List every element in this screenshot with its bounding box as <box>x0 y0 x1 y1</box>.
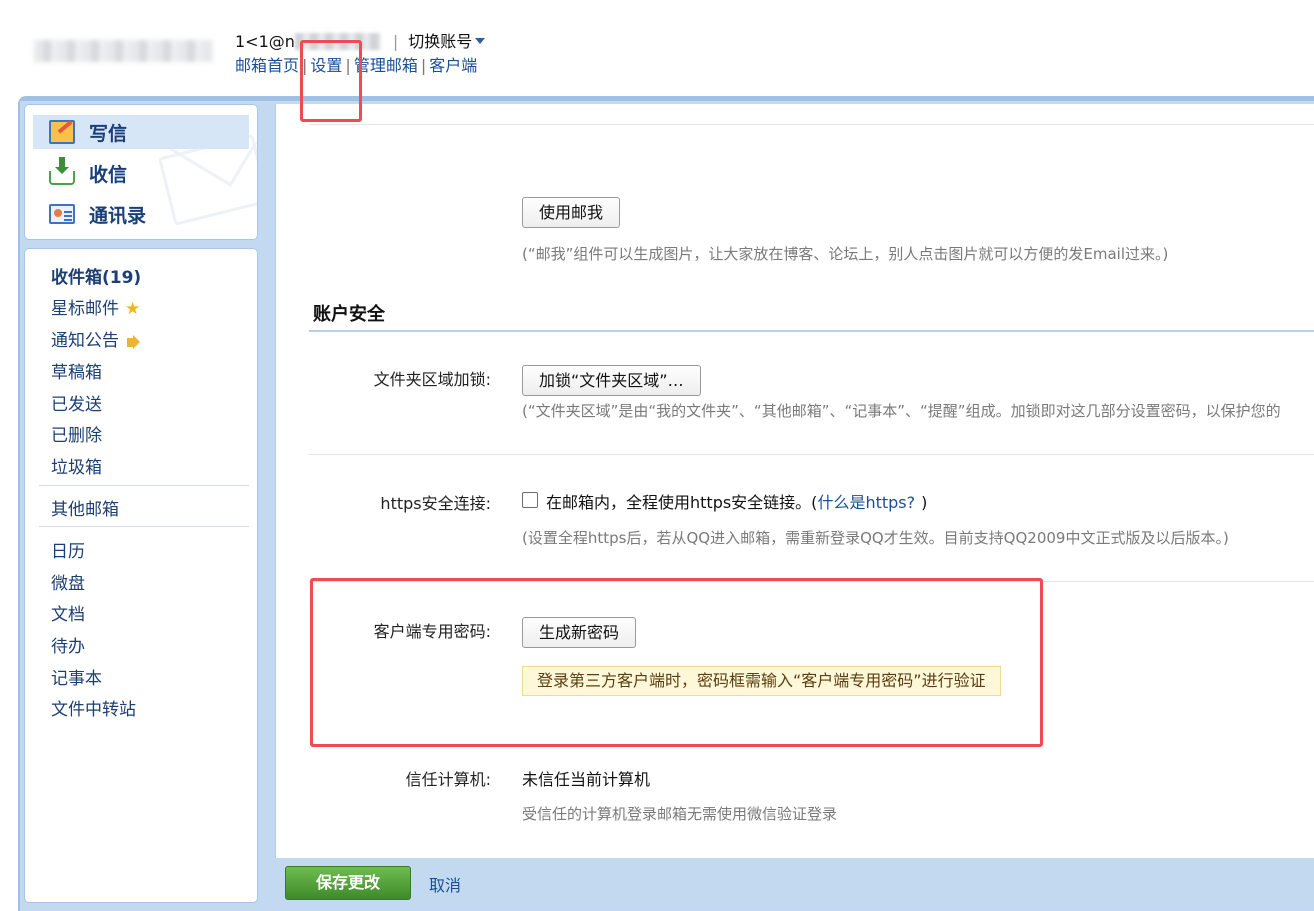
trusted-computer-label: 信任计算机: <box>405 770 491 789</box>
contacts-icon <box>49 204 75 224</box>
app-disk[interactable]: 微盘 <box>51 569 85 594</box>
folder-starred[interactable]: 星标邮件 ★ <box>51 294 140 319</box>
https-hint: (设置全程https后，若从QQ进入邮箱，需重新登录QQ才生效。目前支持QQ20… <box>522 529 1229 547</box>
app-calendar[interactable]: 日历 <box>51 537 85 562</box>
switch-account-link[interactable]: 切换账号 <box>408 32 472 51</box>
manage-mailbox-link[interactable]: 管理邮箱 <box>354 56 418 75</box>
generate-password-button[interactable]: 生成新密码 <box>522 617 637 648</box>
app-file-transfer[interactable]: 文件中转站 <box>51 695 136 720</box>
settings-panel: 使用邮我 (“邮我”组件可以生成图片，让大家放在博客、论坛上，别人点击图片就可以… <box>275 104 1314 860</box>
mailme-hint: (“邮我”组件可以生成图片，让大家放在博客、论坛上，别人点击图片就可以方便的发E… <box>522 245 1169 263</box>
use-mailme-button[interactable]: 使用邮我 <box>522 197 621 228</box>
trusted-computer-hint: 受信任的计算机登录邮箱无需使用微信验证登录 <box>522 805 838 823</box>
settings-link[interactable]: 设置 <box>310 56 342 75</box>
account-email: 1<1@n <box>235 32 295 51</box>
folder-sent[interactable]: 已发送 <box>51 390 102 415</box>
header-nav: 邮箱首页 | 设置 | 管理邮箱 | 客户端 <box>235 56 478 75</box>
contacts-button[interactable]: 通讯录 <box>33 197 249 231</box>
folder-list: 收件箱(19) 星标邮件 ★ 通知公告 草稿箱 已发送 已删除 垃圾箱 其他邮箱 … <box>24 248 258 903</box>
quick-actions-panel: 写信 收信 通讯录 <box>24 104 258 240</box>
account-security-title: 账户安全 <box>313 304 385 325</box>
receive-button[interactable]: 收信 <box>33 156 249 190</box>
client-link[interactable]: 客户端 <box>429 56 477 75</box>
section-divider <box>309 330 1314 332</box>
row-divider <box>309 454 1314 455</box>
folder-divider <box>39 526 249 527</box>
account-email-mask <box>294 33 381 50</box>
star-icon: ★ <box>125 299 141 319</box>
folder-deleted[interactable]: 已删除 <box>51 421 102 446</box>
what-is-https-link[interactable]: 什么是https? <box>817 493 915 512</box>
blurred-logo <box>34 40 212 62</box>
folder-inbox[interactable]: 收件箱(19) <box>51 263 141 288</box>
app-todo[interactable]: 待办 <box>51 632 85 657</box>
client-password-label: 客户端专用密码: <box>373 622 491 641</box>
folder-notice[interactable]: 通知公告 <box>51 326 140 351</box>
receive-icon <box>49 157 75 185</box>
folder-other-mailbox[interactable]: 其他邮箱 <box>51 495 119 520</box>
top-header: 1<1@n | 切换账号 邮箱首页 | 设置 | 管理邮箱 | 客户端 <box>0 0 1314 96</box>
folder-lock-label: 文件夹区域加锁: <box>373 370 491 389</box>
client-password-tip: 登录第三方客户端时，密码框需输入“客户端专用密码”进行验证 <box>522 666 1001 696</box>
folder-spam[interactable]: 垃圾箱 <box>51 453 102 478</box>
compose-icon <box>49 120 75 144</box>
chevron-down-icon[interactable] <box>475 38 486 44</box>
cancel-link[interactable]: 取消 <box>429 872 461 896</box>
https-label: https安全连接: <box>380 494 491 513</box>
folder-drafts[interactable]: 草稿箱 <box>51 358 102 383</box>
app-docs[interactable]: 文档 <box>51 600 85 625</box>
speaker-icon <box>127 335 140 349</box>
compose-button[interactable]: 写信 <box>33 115 249 149</box>
top-divider <box>309 124 1314 125</box>
app-notes[interactable]: 记事本 <box>51 664 102 689</box>
row-divider <box>309 581 1314 582</box>
https-checkbox[interactable] <box>522 492 538 508</box>
mail-home-link[interactable]: 邮箱首页 <box>235 56 299 75</box>
action-bar: 保存更改 取消 <box>275 858 1314 905</box>
lock-folder-area-button[interactable]: 加锁“文件夹区域”… <box>522 365 701 396</box>
folder-lock-hint: (“文件夹区域”是由“我的文件夹”、“其他邮箱”、“记事本”、“提醒”组成。加锁… <box>522 402 1281 420</box>
save-changes-button[interactable]: 保存更改 <box>285 866 411 900</box>
account-line: 1<1@n | 切换账号 <box>235 28 486 52</box>
folder-divider <box>39 485 249 486</box>
https-option-text: 在邮箱内，全程使用https安全链接。(什么是https?) <box>546 493 928 512</box>
trusted-computer-status: 未信任当前计算机 <box>522 770 651 789</box>
